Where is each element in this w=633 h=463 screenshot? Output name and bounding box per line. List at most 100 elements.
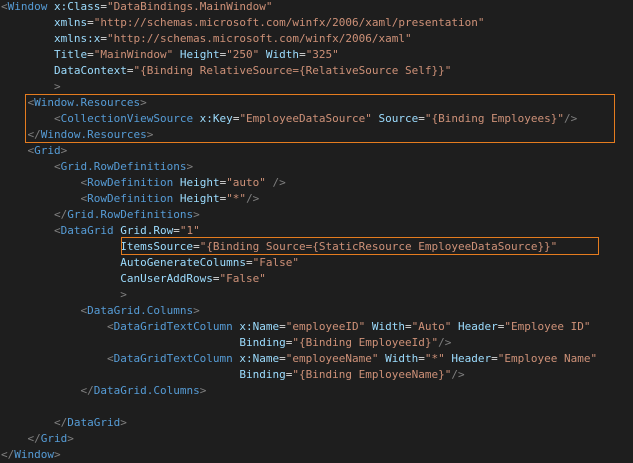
code-token: Width	[259, 48, 300, 61]
code-token: "Employee ID"	[504, 320, 591, 333]
code-token: <	[1, 0, 8, 13]
code-token: Grid.RowDefinitions	[67, 208, 194, 221]
code-token: </	[80, 384, 94, 397]
code-token: =	[299, 48, 306, 61]
code-line: >	[1, 287, 127, 303]
code-token: />	[246, 192, 260, 205]
code-token: "Employee Name"	[497, 352, 598, 365]
code-token: "employeeID"	[285, 320, 366, 333]
code-token: CanUserAddRows	[1, 272, 213, 285]
code-token: >	[146, 128, 154, 141]
code-token: Window.Resources	[34, 96, 141, 109]
code-line: </Window.Resources>	[1, 127, 154, 143]
code-line: ItemsSource="{Binding Source={StaticReso…	[1, 239, 557, 255]
code-token: "*"	[424, 352, 445, 365]
code-token: DataGrid.Columns	[93, 384, 200, 397]
code-token: >	[140, 96, 147, 109]
code-token: Width	[365, 320, 406, 333]
code-token: x:Class	[47, 0, 101, 13]
code-token: </	[27, 432, 41, 445]
code-line: AutoGenerateColumns="False"	[1, 255, 299, 271]
code-token: >	[60, 144, 68, 157]
code-token: "http://schemas.microsoft.com/winfx/2006…	[93, 16, 485, 29]
code-token: />	[265, 176, 286, 189]
code-line: </DataGrid.Columns>	[1, 383, 206, 399]
code-token: =	[100, 32, 107, 45]
code-token: </	[27, 128, 41, 141]
code-token: "325"	[305, 48, 339, 61]
code-line: Title="MainWindow" Height="250" Width="3…	[1, 47, 339, 63]
code-token: xmlns	[1, 16, 88, 29]
code-line: </DataGrid>	[1, 415, 127, 431]
code-line: <DataGridTextColumn x:Name="employeeName…	[1, 351, 597, 367]
code-token: "False"	[219, 272, 266, 285]
code-token: Height	[173, 48, 220, 61]
code-token: <	[53, 160, 61, 173]
code-token: <	[106, 352, 114, 365]
code-token: "employeeName"	[285, 352, 379, 365]
code-token: "DataBindings.MainWindow"	[106, 0, 273, 13]
code-token: Grid	[40, 432, 68, 445]
code-token: "MainWindow"	[93, 48, 174, 61]
code-token: =	[405, 320, 412, 333]
code-token: </	[53, 416, 68, 429]
code-token: x:Name	[232, 352, 280, 365]
code-token: Height	[173, 192, 220, 205]
code-line: <DataGridTextColumn x:Name="employeeID" …	[1, 319, 591, 335]
code-token: =	[246, 256, 253, 269]
code-token: >	[186, 160, 194, 173]
code-token: "1"	[179, 224, 200, 237]
code-token: "{Binding EmployeeName}"	[292, 368, 452, 381]
code-token: "Auto"	[411, 320, 452, 333]
code-token: Width	[378, 352, 419, 365]
code-token: =	[87, 16, 94, 29]
code-token: RowDefinition	[87, 192, 174, 205]
code-line: <DataGrid Grid.Row="1"	[1, 223, 200, 239]
code-token: =	[100, 0, 107, 13]
code-token: x:Name	[232, 320, 280, 333]
code-line: >	[1, 79, 61, 95]
code-token: >	[193, 304, 200, 317]
code-line: </Window>	[1, 447, 61, 463]
code-token: Header	[444, 352, 492, 365]
code-token: <	[53, 112, 61, 125]
code-line: <Window x:Class="DataBindings.MainWindow…	[1, 0, 273, 15]
code-token: =	[279, 352, 286, 365]
code-token: >	[54, 448, 61, 461]
code-token: "EmployeeDataSource"	[239, 112, 372, 125]
code-token: "{Binding RelativeSource={RelativeSource…	[133, 64, 452, 77]
code-token: =	[212, 272, 220, 285]
code-line: <RowDefinition Height="auto" />	[1, 175, 286, 191]
code-token: >	[53, 80, 61, 93]
code-editor[interactable]: </Window> </Grid> </DataGrid> </DataGrid…	[0, 0, 633, 463]
code-token: xmlns:x	[1, 32, 101, 45]
code-token: RowDefinition	[87, 176, 174, 189]
code-token: Height	[173, 176, 220, 189]
code-token: Binding	[1, 336, 286, 349]
code-line: </Grid.RowDefinitions>	[1, 207, 200, 223]
code-token: =	[491, 352, 498, 365]
code-token: DataGridTextColumn	[113, 352, 233, 365]
code-token: DataContext	[1, 64, 127, 77]
code-token: AutoGenerateColumns	[1, 256, 247, 269]
code-line: Binding="{Binding EmployeeId}"/>	[1, 335, 451, 351]
code-token: >	[120, 288, 127, 301]
code-token: Header	[451, 320, 498, 333]
code-token: Grid.RowDefinitions	[60, 160, 187, 173]
code-token: Grid	[34, 144, 61, 157]
code-token: =	[418, 112, 425, 125]
code-token: Window	[14, 448, 54, 461]
